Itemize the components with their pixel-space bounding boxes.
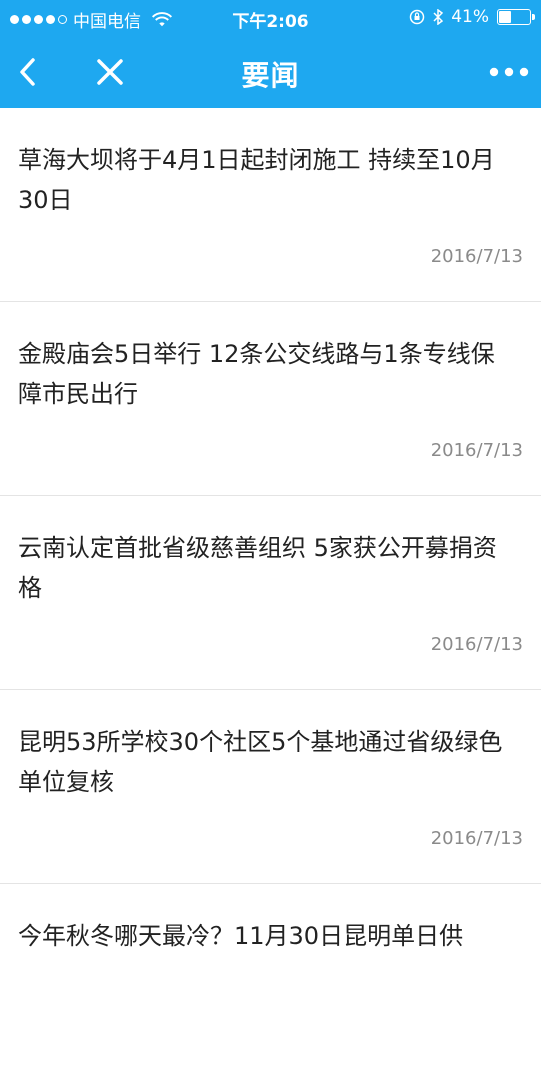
news-date: 2016/7/13: [430, 246, 523, 267]
news-title: 金殿庙会5日举行 12条公交线路与1条专线保障市民出行: [18, 340, 495, 408]
news-item[interactable]: 金殿庙会5日举行 12条公交线路与1条专线保障市民出行 2016/7/13: [0, 302, 541, 496]
battery-icon: [497, 9, 535, 25]
status-bar: 中国电信 下午2:06 41%: [0, 0, 541, 36]
app-header: 中国电信 下午2:06 41% 要闻: [0, 0, 541, 108]
news-date: 2016/7/13: [430, 634, 523, 655]
news-item[interactable]: 昆明53所学校30个社区5个基地通过省级绿色单位复核 2016/7/13: [0, 690, 541, 884]
news-item[interactable]: 草海大坝将于4月1日起封闭施工 持续至10月30日 2016/7/13: [0, 108, 541, 302]
news-title: 草海大坝将于4月1日起封闭施工 持续至10月30日: [18, 146, 495, 214]
news-item[interactable]: 云南认定首批省级慈善组织 5家获公开募捐资格 2016/7/13: [0, 496, 541, 690]
news-item[interactable]: 今年秋冬哪天最冷？11月30日昆明单日供: [0, 884, 541, 1078]
more-button[interactable]: [489, 52, 529, 92]
news-date: 2016/7/13: [430, 828, 523, 849]
news-title: 云南认定首批省级慈善组织 5家获公开募捐资格: [18, 534, 497, 602]
battery-fill: [499, 11, 511, 23]
more-dots-icon: [489, 67, 529, 77]
news-date: 2016/7/13: [430, 440, 523, 461]
news-title: 今年秋冬哪天最冷？11月30日昆明单日供: [18, 922, 464, 950]
page-title: 要闻: [241, 59, 300, 92]
nav-bar: 要闻: [0, 36, 541, 108]
rotation-lock-icon: [409, 9, 425, 25]
news-list: 草海大坝将于4月1日起封闭施工 持续至10月30日 2016/7/13 金殿庙会…: [0, 108, 541, 1078]
bluetooth-icon: [433, 9, 444, 25]
status-right: 41%: [409, 7, 535, 27]
battery-percent: 41%: [451, 7, 489, 27]
news-title: 昆明53所学校30个社区5个基地通过省级绿色单位复核: [18, 728, 503, 796]
